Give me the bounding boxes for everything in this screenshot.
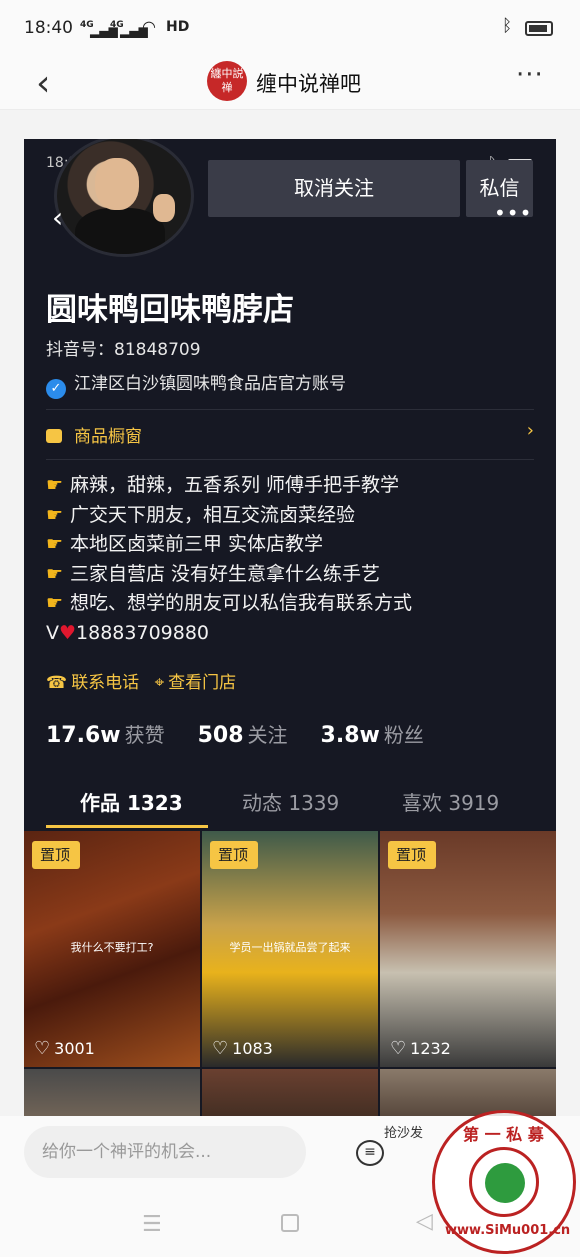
verified-line: ✓ 江津区白沙镇圆味鸭食品店官方账号: [46, 369, 346, 399]
bio-line: ☛ 想吃、想学的朋友可以私信我有联系方式: [46, 589, 412, 619]
divider: [46, 459, 534, 460]
profile-stats: 17.6w 获赞 508 关注 3.8w 粉丝: [46, 719, 450, 748]
inner-back-icon[interactable]: ‹: [52, 201, 63, 234]
video-thumbnail[interactable]: [380, 1069, 556, 1119]
video-likes: ♡ 3001: [34, 1038, 95, 1059]
pointing-hand-icon: ☛: [46, 533, 64, 555]
tab-works[interactable]: 作品 1323: [80, 787, 183, 816]
status-bar: 18:40 4G 4G ▂▄▆ ▂▄▆ ◠ HD ᛒ: [0, 0, 580, 58]
heart-outline-icon: ♡: [390, 1038, 407, 1059]
profile-bio: ☛ 麻辣，甜辣，五香系列 师傅手把手教学 ☛ 广交天下朋友，相互交流卤菜经验 ☛ 本地…: [46, 471, 412, 648]
location-pin-icon: ⌖: [154, 673, 165, 693]
forum-logo: 纏中説禅: [207, 61, 247, 101]
avatar-face: [95, 158, 139, 210]
bio-line: ☛ 本地区卤菜前三甲 实体店教学: [46, 530, 412, 560]
wifi-icon: ◠: [142, 17, 156, 36]
view-store-link[interactable]: 查看门店: [168, 673, 236, 693]
bio-line: ☛ 麻辣，甜辣，五香系列 师傅手把手教学: [46, 471, 412, 501]
menu-icon[interactable]: ☰: [142, 1212, 162, 1237]
shop-window-row[interactable]: 商品橱窗 ›: [46, 420, 534, 448]
heart-outline-icon: ♡: [212, 1038, 229, 1059]
more-dots-icon[interactable]: ···: [516, 60, 544, 90]
profile-screenshot[interactable]: 18:36 ᛒ ‹ 取消关注 私信 ••• 圆味鸭回味鸭脖店 抖音号：81848…: [24, 139, 556, 1119]
fans-count[interactable]: 3.8w: [321, 723, 380, 748]
avatar[interactable]: [54, 139, 194, 257]
following-count[interactable]: 508: [198, 723, 244, 748]
bio-line: ☛ 广交天下朋友，相互交流卤菜经验: [46, 501, 412, 531]
more-dots-icon[interactable]: •••: [494, 201, 532, 225]
following-label: 关注: [247, 723, 288, 747]
verified-check-icon: ✓: [46, 379, 66, 399]
hd-indicator: HD: [166, 19, 190, 35]
comment-icon[interactable]: ≡: [356, 1140, 384, 1166]
video-likes: ♡ 1083: [212, 1038, 273, 1059]
watermark-stamp: 第 一 私 募 www.SiMu001.cn: [432, 1110, 576, 1254]
shop-icon: [46, 429, 62, 443]
watermark-green-dot: [485, 1163, 525, 1203]
pinned-badge: 置顶: [32, 841, 81, 869]
bluetooth-icon: ᛒ: [502, 16, 513, 36]
page-title: 缠中说禅吧: [256, 72, 361, 96]
bio-line: V♥18883709880: [46, 621, 210, 644]
phone-icon: ☎: [46, 673, 68, 693]
status-time: 18:40: [24, 18, 73, 38]
watermark-top-text: 第 一 私 募: [463, 1125, 544, 1144]
heart-outline-icon: ♡: [34, 1038, 51, 1059]
pointing-hand-icon: ☛: [46, 474, 64, 496]
likes-label: 获赞: [124, 723, 165, 747]
back-triangle-icon[interactable]: ◁: [416, 1209, 433, 1234]
pointing-hand-icon: ☛: [46, 562, 64, 585]
pointing-hand-icon: ☛: [46, 592, 64, 614]
video-thumbnail[interactable]: 置顶 学员一出锅就品尝了起来 ♡ 1083: [202, 831, 378, 1067]
chevron-right-icon: ›: [526, 420, 534, 441]
video-thumbnail[interactable]: 置顶 ♡ 1232: [380, 831, 556, 1067]
shop-label: 商品橱窗: [74, 427, 142, 447]
verified-text: 江津区白沙镇圆味鸭食品店官方账号: [74, 374, 346, 394]
video-caption: 我什么不要打工?: [70, 941, 154, 954]
divider: [46, 409, 534, 410]
video-thumbnail[interactable]: [24, 1069, 200, 1119]
avatar-body: [75, 208, 165, 254]
home-icon[interactable]: [281, 1214, 299, 1232]
contact-row: ☎ 联系电话 ⌖ 查看门店: [46, 668, 240, 693]
profile-tabs: 作品 1323 动态 1339 喜欢 3919: [24, 779, 556, 829]
unfollow-button[interactable]: 取消关注: [208, 160, 460, 217]
video-thumbnail[interactable]: 置顶 我什么不要打工? ♡ 3001: [24, 831, 200, 1067]
pinned-badge: 置顶: [210, 841, 259, 869]
profile-name: 圆味鸭回味鸭脖店: [46, 292, 294, 328]
likes-count[interactable]: 17.6w: [46, 723, 121, 748]
watermark-url: www.SiMu001.cn: [445, 1223, 571, 1238]
tab-liked[interactable]: 喜欢 3919: [402, 787, 499, 816]
sofa-label[interactable]: 抢沙发: [384, 1122, 423, 1141]
video-caption: 学员一出锅就品尝了起来: [229, 941, 351, 954]
active-tab-indicator: [46, 825, 208, 828]
pointing-hand-icon: ☛: [46, 503, 64, 526]
douyin-id: 抖音号：81848709: [46, 340, 201, 360]
forum-logo-text: 纏中説禅: [210, 67, 244, 94]
pinned-badge: 置顶: [388, 841, 437, 869]
comment-input[interactable]: 给你一个神评的机会...: [24, 1126, 306, 1178]
contact-phone-link[interactable]: 联系电话: [71, 673, 139, 693]
battery-icon: [525, 21, 553, 36]
tab-activity[interactable]: 动态 1339: [242, 787, 339, 816]
heart-icon: ♥: [59, 621, 77, 644]
back-chevron-icon[interactable]: ‹: [36, 66, 50, 102]
nav-bar: ‹ 纏中説禅 缠中说禅吧 ···: [0, 58, 580, 110]
signal-bars-icon: ▂▄▆: [90, 24, 118, 38]
fans-label: 粉丝: [383, 723, 424, 747]
bio-line: ☛ 三家自营店 没有好生意拿什么练手艺: [46, 560, 412, 590]
video-likes: ♡ 1232: [390, 1038, 451, 1059]
video-thumbnail[interactable]: [202, 1069, 378, 1119]
avatar-hand: [153, 194, 175, 222]
